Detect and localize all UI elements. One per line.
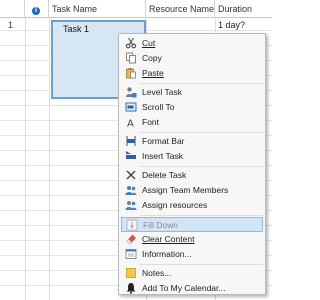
svg-text:A: A [127,119,134,129]
font-icon: A [127,119,134,129]
menu-item-label: Fill Down [143,220,178,230]
menu-item-notes[interactable]: Notes... [121,266,263,281]
info-column-header[interactable]: i [25,0,49,18]
menu-item-label-text: Paste [142,68,164,78]
insert-task-icon [126,151,136,159]
menu-item-label: Insert Task [142,151,183,161]
menu-item-delete-task[interactable]: Delete Task [121,168,263,183]
menu-item-label: Level Task [142,87,183,97]
row-number-header[interactable] [0,0,25,18]
context-menu: Cut Copy Paste Level Task Scroll To A Fo… [118,33,266,295]
menu-item-label: Paste [142,68,164,78]
menu-item-label: Delete Task [142,170,187,180]
row-number: 1 [8,20,14,30]
menu-separator [140,132,263,133]
paste-icon [126,68,136,79]
task-name-header[interactable]: Task Name [49,0,146,18]
menu-item-paste[interactable]: Paste [121,66,263,81]
menu-item-add-to-my-calendar[interactable]: Add To My Calendar... [121,281,263,296]
menu-item-label: Information... [142,249,192,259]
menu-item-level-task[interactable]: Level Task [121,85,263,100]
menu-item-label: Scroll To [142,102,175,112]
bell-icon [126,283,136,294]
level-task-icon [126,87,137,98]
fill-down-icon [126,219,138,231]
menu-separator [140,264,263,265]
resource-names-header[interactable]: Resource Names [146,0,215,18]
menu-item-fill-down[interactable]: Fill Down [121,217,263,232]
team-members-icon [125,186,137,195]
menu-item-font[interactable]: A Font [121,115,263,130]
menu-item-scroll-to[interactable]: Scroll To [121,100,263,115]
copy-icon [126,52,136,64]
menu-item-label: Cut [142,38,155,48]
menu-separator [140,166,263,167]
menu-item-information[interactable]: Information... [121,247,263,262]
information-icon [125,249,137,259]
assign-resources-icon [125,201,137,210]
menu-separator [140,215,263,216]
menu-item-label: Copy [142,53,162,63]
menu-item-copy[interactable]: Copy [121,51,263,66]
menu-separator [140,83,263,84]
menu-item-label: Clear Content [142,234,194,244]
menu-item-label: Assign Team Members [142,185,229,195]
menu-item-assign-resources[interactable]: Assign resources [121,198,263,213]
menu-item-assign-team-members[interactable]: Assign Team Members [121,183,263,198]
menu-item-label-text: Cut [142,38,156,48]
menu-item-label-text: Clear Content [142,234,195,244]
menu-item-label: Format Bar [142,136,185,146]
menu-item-format-bar[interactable]: Format Bar [121,134,263,149]
menu-item-clear-content[interactable]: Clear Content [121,232,263,247]
delete-x-icon [126,170,136,180]
menu-item-label: Assign resources [142,200,208,210]
column-header-row: i Task Name Resource Names Duration [0,0,272,18]
format-bar-icon [126,136,136,146]
menu-item-label: Font [142,117,160,127]
menu-item-cut[interactable]: Cut [121,36,263,51]
information-icon: i [32,7,40,15]
menu-item-label: Notes... [142,268,172,278]
menu-item-insert-task[interactable]: Insert Task [121,149,263,164]
scroll-to-icon [125,102,137,112]
eraser-icon [126,234,136,245]
menu-item-label: Add To My Calendar... [142,283,226,293]
duration-cell[interactable]: 1 day? [218,20,245,30]
scissors-icon [125,37,137,49]
task-name-text: Task 1 [63,24,90,34]
duration-header[interactable]: Duration [215,0,272,18]
notes-icon [126,268,136,278]
